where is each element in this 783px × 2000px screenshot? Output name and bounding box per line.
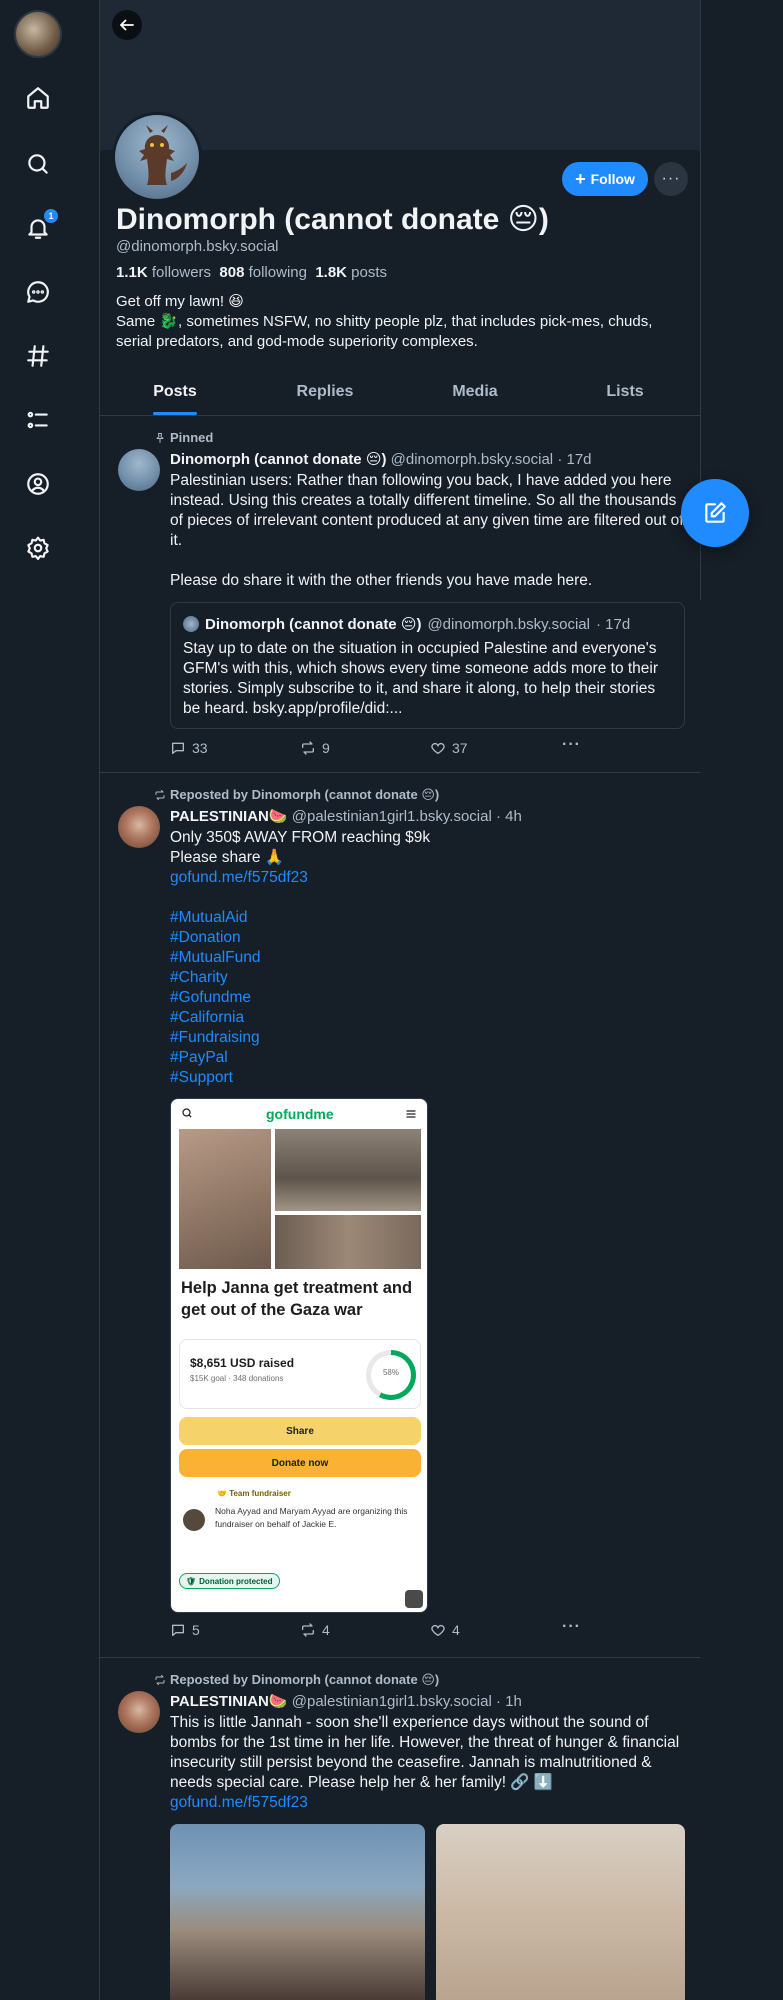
reply-icon bbox=[172, 1624, 184, 1636]
repost-icon bbox=[155, 1675, 165, 1685]
notifications-bell-icon[interactable]: 1 bbox=[22, 209, 58, 244]
family-photo bbox=[275, 1215, 421, 1269]
quoted-post[interactable]: Dinomorph (cannot donate 😔) @dinomorph.b… bbox=[170, 602, 685, 729]
left-nav-rail: 1 bbox=[0, 0, 76, 600]
tab-posts[interactable]: Posts bbox=[100, 372, 250, 415]
organizer-avatar bbox=[183, 1509, 205, 1531]
lists-icon[interactable] bbox=[22, 404, 54, 436]
post-photo-2[interactable] bbox=[436, 1824, 685, 2000]
pinned-label: Pinned bbox=[154, 430, 213, 445]
follow-button[interactable]: + Follow bbox=[562, 162, 648, 196]
chat-icon[interactable] bbox=[22, 276, 54, 308]
post-header: PALESTINIAN🍉 @palestinian1girl1.bsky.soc… bbox=[170, 808, 522, 825]
post-photo-1[interactable] bbox=[170, 1824, 425, 2000]
hashtag-link[interactable]: #PayPal bbox=[170, 1048, 685, 1068]
hashtag-link[interactable]: #Gofundme bbox=[170, 988, 685, 1008]
pin-icon bbox=[156, 432, 164, 443]
post-text: Palestinian users: Rather than following… bbox=[170, 472, 684, 589]
post-header: Dinomorph (cannot donate 😔) @dinomorph.b… bbox=[170, 451, 592, 468]
tab-lists[interactable]: Lists bbox=[550, 372, 700, 415]
heart-icon bbox=[431, 1624, 445, 1636]
hashtag-link[interactable]: #Donation bbox=[170, 928, 685, 948]
compose-post-button[interactable] bbox=[681, 479, 749, 547]
compose-icon bbox=[705, 502, 726, 523]
hashtag-link[interactable]: #MutualAid bbox=[170, 908, 685, 928]
profile-icon[interactable] bbox=[22, 468, 54, 500]
followers-link[interactable]: 1.1K followers bbox=[116, 264, 211, 281]
post-more-button[interactable]: ··· bbox=[562, 1618, 581, 1636]
search-icon bbox=[182, 1108, 192, 1118]
more-options-button[interactable]: ··· bbox=[654, 162, 688, 196]
rubble-photo bbox=[275, 1129, 421, 1211]
fundraiser-progress-card: $8,651 USD raised $15K goal · 348 donati… bbox=[179, 1339, 421, 1409]
hashtag-link[interactable]: #Support bbox=[170, 1068, 685, 1088]
gfm-share-button: Share bbox=[179, 1417, 421, 1445]
reply-button[interactable]: 5 bbox=[170, 1622, 200, 1638]
gofundme-link[interactable]: gofund.me/f575df23 bbox=[170, 869, 308, 886]
hashtag-link[interactable]: #California bbox=[170, 1008, 685, 1028]
profile-tabs: Posts Replies Media Lists bbox=[100, 372, 700, 416]
gfm-donate-button: Donate now bbox=[179, 1449, 421, 1477]
hashtag-link[interactable]: #Fundraising bbox=[170, 1028, 685, 1048]
home-icon[interactable] bbox=[22, 82, 54, 114]
hamburger-menu-icon bbox=[406, 1110, 416, 1118]
post-actions: 33 9 37 ··· bbox=[170, 736, 590, 760]
tab-media[interactable]: Media bbox=[400, 372, 550, 415]
following-link[interactable]: 808 following bbox=[219, 264, 307, 281]
expand-image-icon[interactable] bbox=[405, 1590, 423, 1608]
feed-post[interactable]: Pinned Dinomorph (cannot donate 😔) @dino… bbox=[100, 417, 700, 773]
repost-icon bbox=[302, 741, 314, 755]
post-author-avatar[interactable] bbox=[118, 1691, 160, 1733]
post-text: Only 350$ AWAY FROM reaching $9k Please … bbox=[170, 828, 685, 1088]
hashtag-link[interactable]: #Charity bbox=[170, 968, 685, 988]
child-photo bbox=[179, 1129, 271, 1269]
fundraiser-title: Help Janna get treatment and get out of … bbox=[181, 1279, 413, 1319]
donation-protected-badge: 🛡 Donation protected bbox=[179, 1573, 280, 1589]
notifications-badge: 1 bbox=[44, 209, 58, 223]
plus-icon: + bbox=[575, 169, 586, 189]
reply-button[interactable]: 33 bbox=[170, 740, 208, 756]
post-actions: 5 4 4 ··· bbox=[170, 1618, 590, 1642]
tab-replies[interactable]: Replies bbox=[250, 372, 400, 415]
post-author-avatar[interactable] bbox=[118, 806, 160, 848]
profile-bio: Get off my lawn! 😆 Same 🐉, sometimes NSF… bbox=[116, 293, 653, 350]
gofundme-logo: gofundme bbox=[266, 1106, 334, 1122]
post-header: PALESTINIAN🍉 @palestinian1girl1.bsky.soc… bbox=[170, 1693, 522, 1710]
like-button[interactable]: 4 bbox=[430, 1622, 460, 1638]
quoted-author-avatar bbox=[183, 616, 199, 632]
like-button[interactable]: 37 bbox=[430, 740, 468, 756]
posts-count: 1.8K posts bbox=[315, 264, 388, 281]
quoted-post-header: Dinomorph (cannot donate 😔) @dinomorph.b… bbox=[183, 615, 630, 633]
profile-handle: @dinomorph.bsky.social bbox=[116, 238, 279, 255]
main-column: + Follow ··· Dinomorph (cannot donate 😔)… bbox=[99, 0, 700, 2000]
dragon-illustration bbox=[139, 125, 187, 185]
repost-button[interactable]: 9 bbox=[300, 740, 330, 756]
settings-gear-icon[interactable] bbox=[22, 532, 54, 564]
feeds-hashtag-icon[interactable] bbox=[22, 340, 54, 372]
current-user-avatar[interactable] bbox=[14, 10, 62, 58]
team-fundraiser-label: 🤝 Team fundraiser bbox=[217, 1489, 291, 1498]
profile-avatar[interactable] bbox=[112, 112, 202, 202]
organizer-text: Noha Ayyad and Maryam Ayyad are organizi… bbox=[215, 1506, 408, 1529]
reply-icon bbox=[172, 742, 184, 754]
post-author-avatar[interactable] bbox=[118, 449, 160, 491]
gofundme-screenshot-image[interactable]: gofundme Help Janna get treatment and ge… bbox=[170, 1098, 428, 1613]
search-icon[interactable] bbox=[22, 148, 54, 180]
repost-icon bbox=[302, 1623, 314, 1637]
post-text: This is little Jannah - soon she'll expe… bbox=[170, 1714, 680, 1811]
repost-button[interactable]: 4 bbox=[300, 1622, 330, 1638]
hashtag-link[interactable]: #MutualFund bbox=[170, 948, 685, 968]
repost-icon bbox=[155, 790, 165, 800]
profile-display-name: Dinomorph (cannot donate 😔) bbox=[116, 203, 549, 236]
profile-stats: 1.1K followers 808 following 1.8K posts bbox=[116, 264, 387, 281]
repost-context: Reposted by Dinomorph (cannot donate 😔) bbox=[154, 787, 439, 803]
heart-icon bbox=[431, 742, 445, 754]
repost-context: Reposted by Dinomorph (cannot donate 😔) bbox=[154, 1672, 439, 1688]
back-arrow-icon[interactable] bbox=[112, 10, 142, 40]
post-more-button[interactable]: ··· bbox=[562, 736, 581, 754]
quoted-post-text: Stay up to date on the situation in occu… bbox=[183, 640, 659, 717]
gofundme-header: gofundme bbox=[171, 1099, 427, 1129]
gofundme-link[interactable]: gofund.me/f575df23 bbox=[170, 1794, 308, 1811]
